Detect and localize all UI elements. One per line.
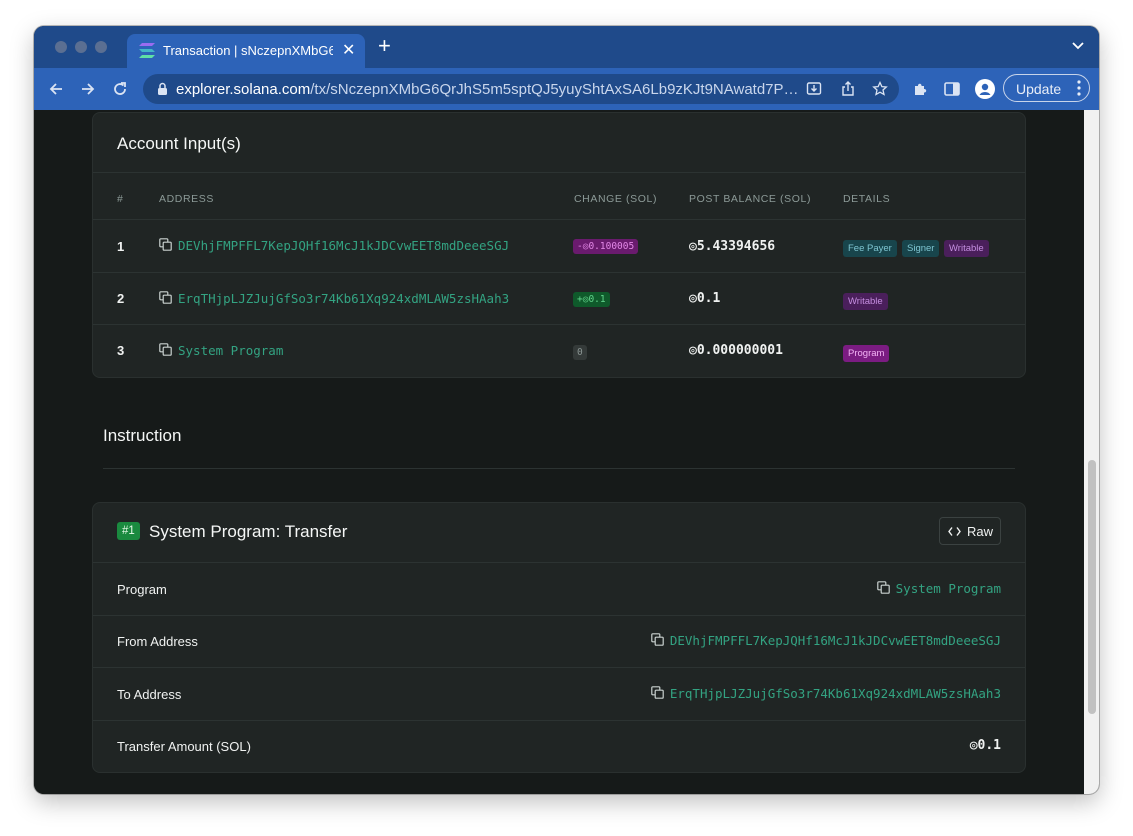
- account-address-link[interactable]: System Program: [159, 343, 283, 358]
- divider: [93, 324, 1025, 325]
- tab-transaction[interactable]: Transaction | sNczepnXMbG6 ✕: [127, 34, 365, 68]
- profile-avatar-icon[interactable]: [975, 79, 995, 99]
- new-tab-button[interactable]: +: [378, 35, 391, 57]
- post-balance-value: ◎5.43394656: [689, 239, 776, 254]
- program-link-text: System Program: [895, 581, 1001, 596]
- row-number: 3: [117, 343, 125, 358]
- writable-badge: Writable: [944, 240, 989, 257]
- instruction-index-badge: #1: [117, 522, 140, 540]
- divider: [93, 667, 1025, 668]
- back-icon[interactable]: [47, 80, 65, 98]
- browser-window: Transaction | sNczepnXMbG6 ✕ + explorer.…: [34, 26, 1099, 794]
- post-balance-value: ◎0.000000001: [689, 343, 783, 358]
- update-button[interactable]: Update: [1003, 74, 1090, 102]
- signer-badge: Signer: [902, 240, 940, 257]
- page-scrollbar[interactable]: [1084, 110, 1099, 794]
- account-address-text: System Program: [178, 343, 284, 358]
- instruction-section-title: Instruction: [103, 426, 182, 445]
- lock-icon: [158, 82, 167, 95]
- instruction-title: System Program: Transfer: [149, 522, 348, 541]
- copy-icon[interactable]: [159, 238, 172, 251]
- col-header-details: DETAILS: [843, 193, 891, 205]
- account-address-text: DEVhjFMPFFL7KepJQHf16McJ1kJDCvwEET8mdDee…: [178, 238, 510, 253]
- raw-button-label: Raw: [967, 524, 994, 539]
- share-icon[interactable]: [840, 81, 856, 97]
- instruction-card: #1 System Program: Transfer Raw Program …: [92, 502, 1026, 773]
- maximize-window-button[interactable]: [95, 41, 107, 53]
- copy-icon[interactable]: [651, 633, 664, 646]
- to-address-text: ErqTHjpLJZJujGfSo3r74Kb61Xq924xdMLAW5zsH…: [669, 686, 1001, 701]
- page-content: Account Input(s) # ADDRESS CHANGE (SOL) …: [34, 110, 1084, 794]
- bookmark-star-icon[interactable]: [872, 81, 888, 97]
- row-number: 2: [117, 291, 125, 306]
- update-button-label: Update: [1016, 81, 1062, 97]
- more-menu-icon[interactable]: [1077, 80, 1081, 96]
- program-link[interactable]: System Program: [876, 581, 1001, 596]
- writable-badge: Writable: [843, 293, 888, 310]
- divider: [93, 219, 1025, 220]
- divider: [103, 468, 1015, 469]
- to-address-link[interactable]: ErqTHjpLJZJujGfSo3r74Kb61Xq924xdMLAW5zsH…: [651, 686, 1001, 701]
- account-address-link[interactable]: DEVhjFMPFFL7KepJQHf16McJ1kJDCvwEET8mdDee…: [159, 238, 509, 253]
- forward-icon[interactable]: [79, 80, 97, 98]
- copy-icon[interactable]: [159, 343, 172, 356]
- copy-icon[interactable]: [876, 581, 890, 594]
- transfer-amount-value: ◎0.1: [969, 738, 1001, 753]
- col-header-address: ADDRESS: [159, 193, 214, 205]
- install-app-icon[interactable]: [806, 81, 822, 97]
- raw-button[interactable]: Raw: [939, 517, 1001, 545]
- tab-close-icon[interactable]: ✕: [342, 40, 355, 60]
- browser-toolbar: explorer.solana.com/tx/sNczepnXMbG6QrJhS…: [34, 68, 1099, 110]
- solana-logo-icon: [139, 43, 155, 58]
- field-label: From Address: [117, 634, 198, 649]
- balance-change-badge: -◎0.100005: [573, 239, 639, 254]
- divider: [93, 172, 1025, 173]
- account-address-link[interactable]: ErqTHjpLJZJujGfSo3r74Kb61Xq924xdMLAW5zsH…: [159, 291, 509, 306]
- row-number: 1: [117, 239, 125, 254]
- copy-icon[interactable]: [159, 291, 172, 304]
- account-address-text: ErqTHjpLJZJujGfSo3r74Kb61Xq924xdMLAW5zsH…: [178, 291, 510, 306]
- program-badge: Program: [843, 345, 890, 362]
- divider: [93, 615, 1025, 616]
- extensions-icon[interactable]: [912, 80, 930, 98]
- field-label: To Address: [117, 687, 182, 702]
- divider: [93, 562, 1025, 563]
- reload-icon[interactable]: [111, 80, 129, 98]
- balance-change-badge: 0: [573, 345, 587, 360]
- url-path: /tx/sNczepnXMbG6QrJhS5m5sptQJ5yuyShtAxSA…: [310, 81, 801, 98]
- field-label: Transfer Amount (SOL): [117, 739, 251, 754]
- account-inputs-card: Account Input(s) # ADDRESS CHANGE (SOL) …: [92, 112, 1026, 378]
- balance-change-badge: +◎0.1: [573, 292, 610, 307]
- col-header-change: CHANGE (SOL): [574, 193, 658, 205]
- from-address-text: DEVhjFMPFFL7KepJQHf16McJ1kJDCvwEET8mdDee…: [669, 633, 1001, 648]
- url-host: explorer.solana.com: [176, 81, 311, 98]
- chevron-down-icon[interactable]: [1071, 39, 1085, 53]
- address-bar[interactable]: explorer.solana.com/tx/sNczepnXMbG6QrJhS…: [143, 74, 899, 104]
- close-window-button[interactable]: [55, 41, 67, 53]
- account-inputs-title: Account Input(s): [117, 134, 241, 153]
- col-header-post-balance: POST BALANCE (SOL): [689, 193, 812, 205]
- field-label: Program: [117, 582, 167, 597]
- minimize-window-button[interactable]: [75, 41, 87, 53]
- from-address-link[interactable]: DEVhjFMPFFL7KepJQHf16McJ1kJDCvwEET8mdDee…: [651, 633, 1001, 648]
- divider: [93, 720, 1025, 721]
- divider: [93, 272, 1025, 273]
- url-text: explorer.solana.com/tx/sNczepnXMbG6QrJhS…: [176, 81, 801, 98]
- fee-payer-badge: Fee Payer: [843, 240, 897, 257]
- code-icon: [948, 527, 961, 536]
- tab-strip: Transaction | sNczepnXMbG6 ✕ +: [34, 26, 1099, 68]
- post-balance-value: ◎0.1: [689, 291, 721, 306]
- copy-icon[interactable]: [651, 686, 664, 699]
- tab-title: Transaction | sNczepnXMbG6: [163, 43, 333, 58]
- scrollbar-thumb[interactable]: [1088, 460, 1096, 714]
- side-panel-icon[interactable]: [943, 80, 961, 98]
- col-header-num: #: [117, 193, 124, 205]
